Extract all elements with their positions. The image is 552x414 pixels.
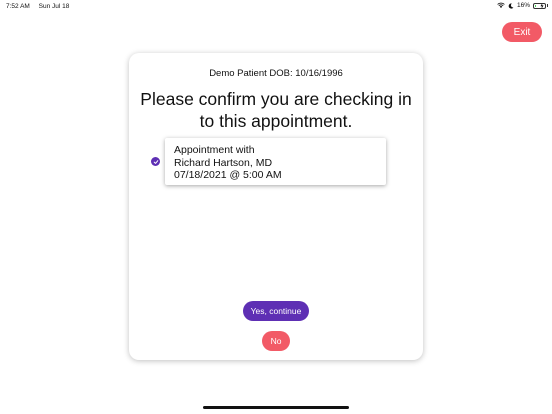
status-bar: 7:52 AM Sun Jul 18 16% <box>0 0 552 12</box>
status-date: Sun Jul 18 <box>38 3 70 10</box>
home-indicator[interactable] <box>203 406 349 409</box>
yes-continue-button[interactable]: Yes, continue <box>243 301 309 321</box>
confirm-heading: Please confirm you are checking in to th… <box>139 88 413 132</box>
appointment-provider: Richard Hartson, MD <box>174 156 273 169</box>
battery-level-fill <box>535 4 536 7</box>
status-right: 16% <box>497 2 548 9</box>
appointment-row[interactable]: Appointment with Richard Hartson, MD 07/… <box>151 138 386 185</box>
no-button[interactable]: No <box>262 331 290 351</box>
status-time: 7:52 AM <box>6 3 30 10</box>
screen: 7:52 AM Sun Jul 18 16% Exit Demo Patient… <box>0 0 552 414</box>
wifi-icon <box>497 2 505 8</box>
checkmark-icon[interactable] <box>151 157 160 166</box>
battery-cap <box>547 4 548 7</box>
exit-button[interactable]: Exit <box>502 22 542 42</box>
confirm-heading-line-2: to this appointment. <box>199 111 353 131</box>
patient-info: Demo Patient DOB: 10/16/1996 <box>209 68 343 79</box>
status-left: 7:52 AM Sun Jul 18 <box>6 3 76 10</box>
battery-percent: 16% <box>516 2 530 9</box>
confirm-heading-line-1: Please confirm you are checking in <box>140 89 412 109</box>
appointment-card[interactable]: Appointment with Richard Hartson, MD 07/… <box>165 138 386 185</box>
appointment-label: Appointment with <box>174 144 255 156</box>
appointment-datetime: 07/18/2021 @ 5:00 AM <box>174 169 282 181</box>
moon-icon <box>508 3 514 9</box>
check-in-card: Demo Patient DOB: 10/16/1996 Please conf… <box>129 53 423 360</box>
checkmark-glyph <box>153 159 158 164</box>
battery-icon <box>533 2 546 9</box>
